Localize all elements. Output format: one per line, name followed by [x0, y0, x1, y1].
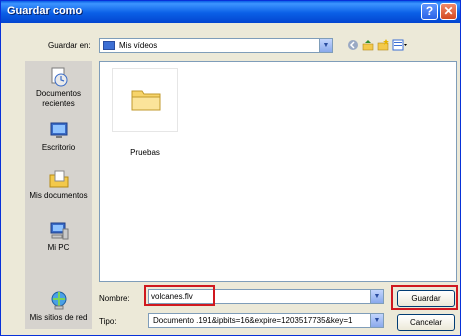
chevron-down-icon[interactable]: ▼ [319, 39, 332, 52]
folder-icon [103, 41, 115, 50]
view-menu-icon[interactable] [392, 39, 408, 51]
filename-label: Nombre: [99, 294, 130, 303]
my-computer-icon [48, 221, 70, 241]
new-folder-icon[interactable] [377, 39, 389, 51]
place-label: Mi PC [47, 243, 70, 252]
folder-icon [131, 87, 161, 111]
back-icon[interactable] [347, 39, 359, 51]
chevron-down-icon[interactable]: ▼ [370, 290, 383, 303]
place-network[interactable]: Mis sitios de red [25, 291, 92, 323]
places-bar: Documentos recientes Escritorio Mis docu… [25, 61, 92, 329]
filetype-dropdown[interactable]: Documento .191&ipbits=16&expire=12035177… [148, 313, 384, 328]
place-label: Escritorio [41, 143, 76, 152]
window-title: Guardar como [7, 5, 83, 17]
list-item[interactable] [112, 68, 178, 132]
my-documents-icon [48, 169, 70, 189]
place-my-documents[interactable]: Mis documentos [25, 169, 92, 201]
recent-documents-icon [48, 67, 70, 87]
save-as-dialog: Guardar como ? ✕ Guardar en: Mis vídeos … [0, 0, 461, 336]
place-desktop[interactable]: Escritorio [25, 121, 92, 153]
chevron-down-icon[interactable]: ▼ [370, 314, 383, 327]
close-button[interactable]: ✕ [440, 3, 457, 20]
close-icon: ✕ [443, 4, 454, 18]
file-name: Pruebas [130, 148, 160, 157]
place-label: Mis sitios de red [29, 313, 88, 322]
save-in-label: Guardar en: [48, 41, 91, 50]
save-in-value: Mis vídeos [119, 41, 158, 50]
place-label: Documentos recientes [36, 89, 81, 108]
save-highlight [391, 285, 458, 310]
place-label: Mis documentos [29, 191, 88, 200]
title-bar[interactable]: Guardar como ? ✕ [1, 1, 460, 23]
cancel-button[interactable]: Cancelar [397, 314, 455, 331]
help-icon: ? [425, 4, 434, 18]
network-places-icon [48, 291, 70, 311]
place-recent-documents[interactable]: Documentos recientes [25, 67, 92, 109]
file-list[interactable]: Pruebas [99, 61, 457, 282]
desktop-icon [48, 121, 70, 141]
save-in-dropdown[interactable]: Mis vídeos ▼ [99, 38, 333, 53]
filetype-value: Documento .191&ipbits=16&expire=12035177… [153, 316, 353, 325]
up-folder-icon[interactable] [362, 39, 374, 51]
place-my-computer[interactable]: Mi PC [25, 221, 92, 253]
filetype-label: Tipo: [99, 317, 117, 326]
help-button[interactable]: ? [421, 3, 438, 20]
filename-highlight [144, 285, 215, 306]
